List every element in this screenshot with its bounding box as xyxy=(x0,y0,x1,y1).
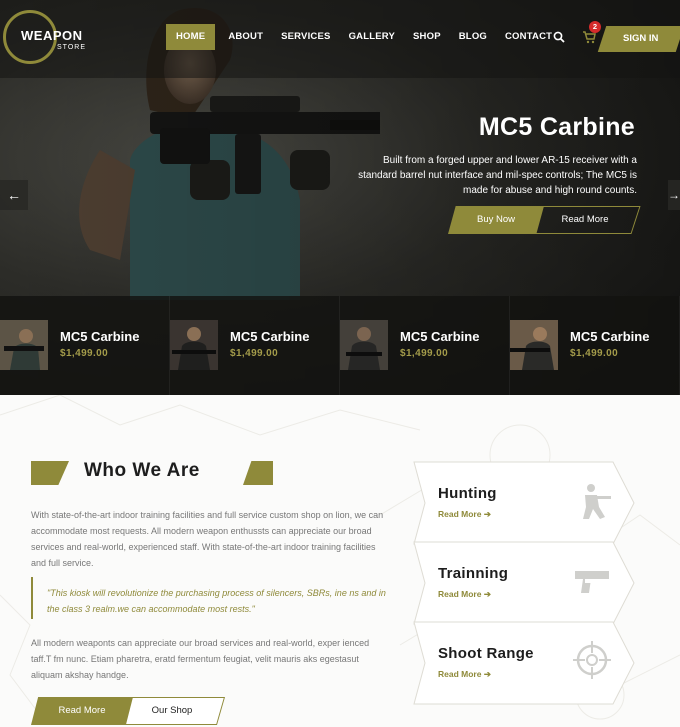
product-price: $1,499.00 xyxy=(570,348,619,359)
service-card-training[interactable]: Trainning Read More ➔ xyxy=(413,541,635,625)
nav-item-about[interactable]: ABOUT xyxy=(219,24,272,50)
heading-accent-left xyxy=(31,461,69,485)
hero-read-more-label: Read More xyxy=(561,214,609,225)
arrow-left-icon: ← xyxy=(7,187,21,203)
hero-buttons: Read More Buy Now xyxy=(448,206,641,234)
product-thumbnail xyxy=(0,320,48,370)
service-title: Shoot Range xyxy=(438,645,534,662)
product-card[interactable]: MC5 Carbine $1,499.00 xyxy=(0,296,170,395)
nav-item-services[interactable]: SERVICES xyxy=(272,24,339,50)
product-price: $1,499.00 xyxy=(60,348,109,359)
nav-item-home[interactable]: HOME xyxy=(166,24,216,50)
product-thumbnail xyxy=(340,320,388,370)
arrow-right-icon: → xyxy=(668,188,680,202)
who-we-are-section: Who We Are With state-of-the-art indoor … xyxy=(0,395,680,727)
slider-next-button[interactable]: → xyxy=(668,180,680,210)
nav-item-gallery[interactable]: GALLERY xyxy=(340,24,404,50)
site-header: WEAPON STORE HOME ABOUT SERVICES GALLERY… xyxy=(0,0,680,78)
product-name[interactable]: MC5 Carbine xyxy=(60,329,139,344)
service-title: Hunting xyxy=(438,485,497,502)
product-thumbnail xyxy=(170,320,218,370)
service-read-more-link[interactable]: Read More ➔ xyxy=(438,589,491,600)
product-thumbnail xyxy=(510,320,558,370)
nav-item-shop[interactable]: SHOP xyxy=(404,24,450,50)
nav-item-blog[interactable]: BLOG xyxy=(450,24,496,50)
our-shop-button[interactable]: Our Shop xyxy=(118,697,226,725)
service-card-hunting[interactable]: Hunting Read More ➔ xyxy=(413,461,635,545)
hero-description: Built from a forged upper and lower AR-1… xyxy=(358,155,637,196)
product-card[interactable]: MC5 Carbine $1,499.00 xyxy=(510,296,680,395)
site-logo[interactable]: WEAPON STORE xyxy=(3,6,89,72)
product-card[interactable]: MC5 Carbine $1,499.00 xyxy=(340,296,510,395)
about-buttons: Our Shop Read More xyxy=(31,697,226,725)
service-card-shoot-range[interactable]: Shoot Range Read More ➔ xyxy=(413,621,635,705)
hero-buy-now-button[interactable]: Buy Now xyxy=(448,206,544,234)
nav-item-contact[interactable]: CONTACT xyxy=(496,24,561,50)
hero-title: MC5 Carbine xyxy=(478,113,635,141)
sign-in-button[interactable]: SIGN IN xyxy=(597,26,680,52)
our-shop-label: Our Shop xyxy=(151,705,193,716)
section-heading: Who We Are xyxy=(31,460,273,485)
cart-count-badge: 2 xyxy=(589,21,601,33)
product-name[interactable]: MC5 Carbine xyxy=(230,329,309,344)
product-price: $1,499.00 xyxy=(400,348,449,359)
product-card[interactable]: MC5 Carbine $1,499.00 xyxy=(170,296,340,395)
service-title: Trainning xyxy=(438,565,509,582)
pistol-icon xyxy=(575,571,609,593)
logo-subtitle: STORE xyxy=(57,44,86,51)
hero-read-more-button[interactable]: Read More xyxy=(529,206,641,234)
service-read-more-link[interactable]: Read More ➔ xyxy=(438,669,491,680)
heading-accent-right xyxy=(243,461,273,485)
about-read-more-button[interactable]: Read More xyxy=(31,697,133,725)
sign-in-label: SIGN IN xyxy=(623,33,659,44)
product-strip: MC5 Carbine $1,499.00 MC5 Carbine $1,499… xyxy=(0,296,680,395)
section-title: Who We Are xyxy=(84,460,200,481)
product-name[interactable]: MC5 Carbine xyxy=(400,329,479,344)
hunter-icon xyxy=(583,484,611,519)
main-nav: HOME ABOUT SERVICES GALLERY SHOP BLOG CO… xyxy=(166,24,561,50)
crosshair-icon xyxy=(573,641,611,679)
product-price: $1,499.00 xyxy=(230,348,279,359)
logo-wordmark: WEAPON xyxy=(21,28,83,43)
service-read-more-link[interactable]: Read More ➔ xyxy=(438,509,491,520)
slider-prev-button[interactable]: ← xyxy=(0,180,28,210)
search-icon[interactable] xyxy=(553,31,565,43)
product-name[interactable]: MC5 Carbine xyxy=(570,329,649,344)
about-paragraph: With state-of-the-art indoor training fa… xyxy=(31,510,384,568)
about-quote: "This kiosk will revolutionize the purch… xyxy=(31,577,386,619)
about-paragraph-2: All modern weaponts can appreciate our b… xyxy=(31,638,370,680)
